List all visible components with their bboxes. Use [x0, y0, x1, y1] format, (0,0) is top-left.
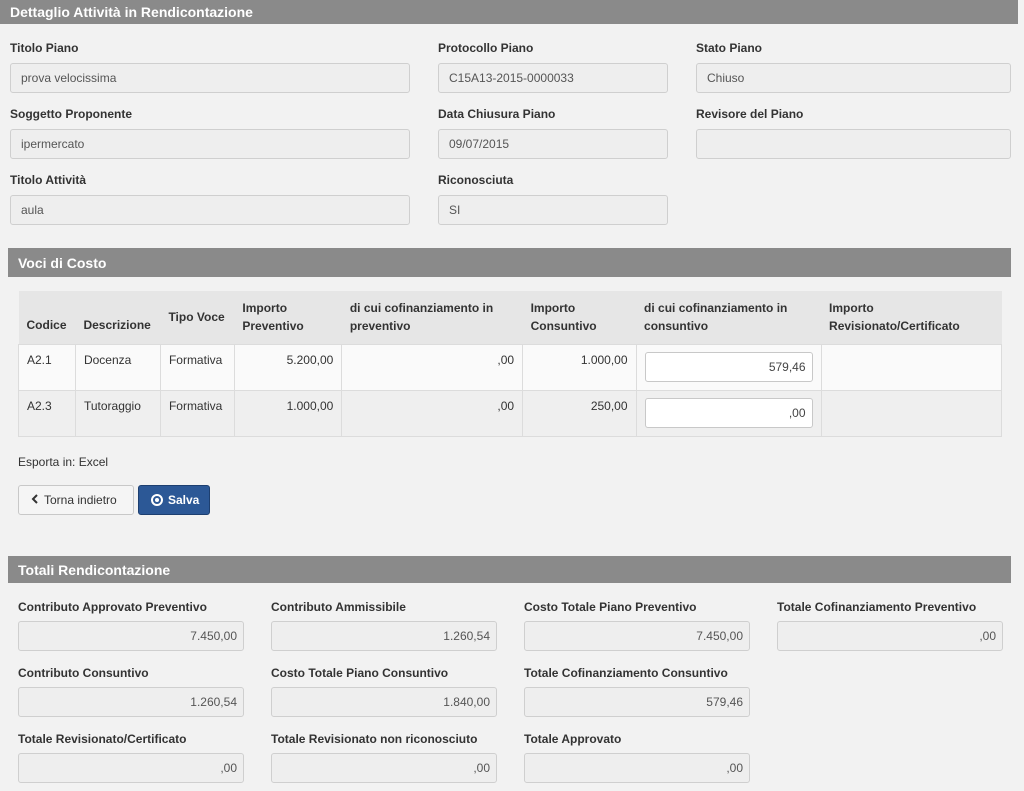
cofin-consuntivo-input[interactable]: 579,46: [644, 351, 813, 382]
back-button-label: Torna indietro: [44, 493, 117, 507]
contributo-approvato-preventivo-label: Contributo Approvato Preventivo: [18, 600, 207, 614]
costo-totale-piano-preventivo-label: Costo Totale Piano Preventivo: [524, 600, 697, 614]
save-button-label: Salva: [168, 493, 200, 507]
save-button[interactable]: Salva: [138, 485, 210, 515]
soggetto-proponente-field: ipermercato: [10, 129, 410, 159]
table-row: A2.3 Tutoraggio Formativa 1.000,00 ,00 2…: [18, 389, 1003, 437]
riconosciuta-label: Riconosciuta: [438, 173, 514, 187]
contributo-consuntivo-label: Contributo Consuntivo: [18, 666, 149, 680]
protocollo-piano-label: Protocollo Piano: [438, 41, 534, 55]
totale-revisionato-non-riconosciuto-field: ,00: [271, 753, 497, 783]
cell-descrizione: Tutoraggio: [74, 389, 161, 437]
chevron-left-icon: [31, 493, 39, 507]
section-header-totali: Totali Rendicontazione: [8, 556, 1011, 583]
cell-codice: A2.3: [18, 389, 76, 437]
totale-approvato-field: ,00: [524, 753, 750, 783]
cell-cofin-preventivo: ,00: [341, 389, 524, 437]
cell-importo-consuntivo: 250,00: [522, 389, 637, 437]
section-header-dettaglio: Dettaglio Attività in Rendicontazione: [0, 0, 1018, 24]
export-label: Esporta in:: [18, 455, 76, 469]
cell-codice: A2.1: [18, 343, 76, 391]
cell-cofin-consuntivo: 579,46: [635, 343, 822, 391]
contributo-ammissibile-field: 1.260,54: [271, 621, 497, 651]
stato-piano-field: Chiuso: [696, 63, 1011, 93]
totale-cofinanziamento-consuntivo-label: Totale Cofinanziamento Consuntivo: [524, 666, 728, 680]
titolo-attivita-field: aula: [10, 195, 410, 225]
totale-revisionato-non-riconosciuto-label: Totale Revisionato non riconosciuto: [271, 732, 478, 746]
record-circle-icon: [151, 494, 163, 506]
cell-cofin-consuntivo: ,00: [635, 389, 822, 437]
cell-importo-preventivo: 5.200,00: [233, 343, 343, 391]
voci-title: Voci di Costo: [18, 254, 107, 271]
contributo-approvato-preventivo-field: 7.450,00: [18, 621, 244, 651]
col-importo-preventivo: Importo Preventivo: [234, 291, 342, 344]
titolo-piano-label: Titolo Piano: [10, 41, 79, 55]
contributo-ammissibile-label: Contributo Ammissibile: [271, 600, 406, 614]
cell-tipo: Formativa: [159, 343, 235, 391]
soggetto-proponente-label: Soggetto Proponente: [10, 107, 132, 121]
protocollo-piano-field: C15A13-2015-0000033: [438, 63, 668, 93]
voci-table: Codice Descrizione Tipo Voce Importo Pre…: [18, 291, 1003, 437]
col-importo-consuntivo: Importo Consuntivo: [522, 291, 637, 344]
back-button[interactable]: Torna indietro: [18, 485, 134, 515]
revisore-piano-label: Revisore del Piano: [696, 107, 804, 121]
col-codice: Codice: [18, 291, 76, 344]
revisore-piano-field: [696, 129, 1011, 159]
export-row: Esporta in: Excel: [18, 455, 108, 469]
titolo-attivita-label: Titolo Attività: [10, 173, 86, 187]
page-title: Dettaglio Attività in Rendicontazione: [10, 4, 253, 20]
export-excel-link[interactable]: Excel: [79, 455, 108, 469]
data-chiusura-piano-field: 09/07/2015: [438, 129, 668, 159]
table-header-row: Codice Descrizione Tipo Voce Importo Pre…: [18, 291, 1002, 344]
col-descrizione: Descrizione: [75, 291, 161, 344]
data-chiusura-piano-label: Data Chiusura Piano: [438, 107, 556, 121]
costo-totale-piano-preventivo-field: 7.450,00: [524, 621, 750, 651]
totale-cofinanziamento-preventivo-label: Totale Cofinanziamento Preventivo: [777, 600, 977, 614]
col-tipo-voce: Tipo Voce: [160, 291, 235, 344]
totali-title: Totali Rendicontazione: [18, 561, 171, 578]
cell-importo-revisionato: [820, 389, 1003, 437]
totale-approvato-label: Totale Approvato: [524, 732, 622, 746]
totale-cofinanziamento-preventivo-field: ,00: [777, 621, 1003, 651]
cell-descrizione: Docenza: [74, 343, 161, 391]
table-row: A2.1 Docenza Formativa 5.200,00 ,00 1.00…: [18, 343, 1003, 391]
cell-importo-revisionato: [820, 343, 1003, 391]
stato-piano-label: Stato Piano: [696, 41, 763, 55]
totale-revisionato-certificato-field: ,00: [18, 753, 244, 783]
col-cofin-preventivo: di cui cofinanziamento in preventivo: [341, 291, 523, 344]
cofin-consuntivo-input[interactable]: ,00: [644, 397, 813, 428]
totale-revisionato-certificato-label: Totale Revisionato/Certificato: [18, 732, 187, 746]
cell-cofin-preventivo: ,00: [341, 343, 524, 391]
cell-importo-preventivo: 1.000,00: [233, 389, 343, 437]
riconosciuta-field: SI: [438, 195, 668, 225]
cell-importo-consuntivo: 1.000,00: [522, 343, 637, 391]
col-cofin-consuntivo: di cui cofinanziamento in consuntivo: [636, 291, 822, 344]
costo-totale-piano-consuntivo-field: 1.840,00: [271, 687, 497, 717]
costo-totale-piano-consuntivo-label: Costo Totale Piano Consuntivo: [271, 666, 449, 680]
titolo-piano-field: prova velocissima: [10, 63, 410, 93]
contributo-consuntivo-field: 1.260,54: [18, 687, 244, 717]
cell-tipo: Formativa: [159, 389, 235, 437]
col-importo-revisionato: Importo Revisionato/Certificato: [821, 291, 1002, 344]
totale-cofinanziamento-consuntivo-field: 579,46: [524, 687, 750, 717]
section-header-voci: Voci di Costo: [8, 248, 1011, 277]
